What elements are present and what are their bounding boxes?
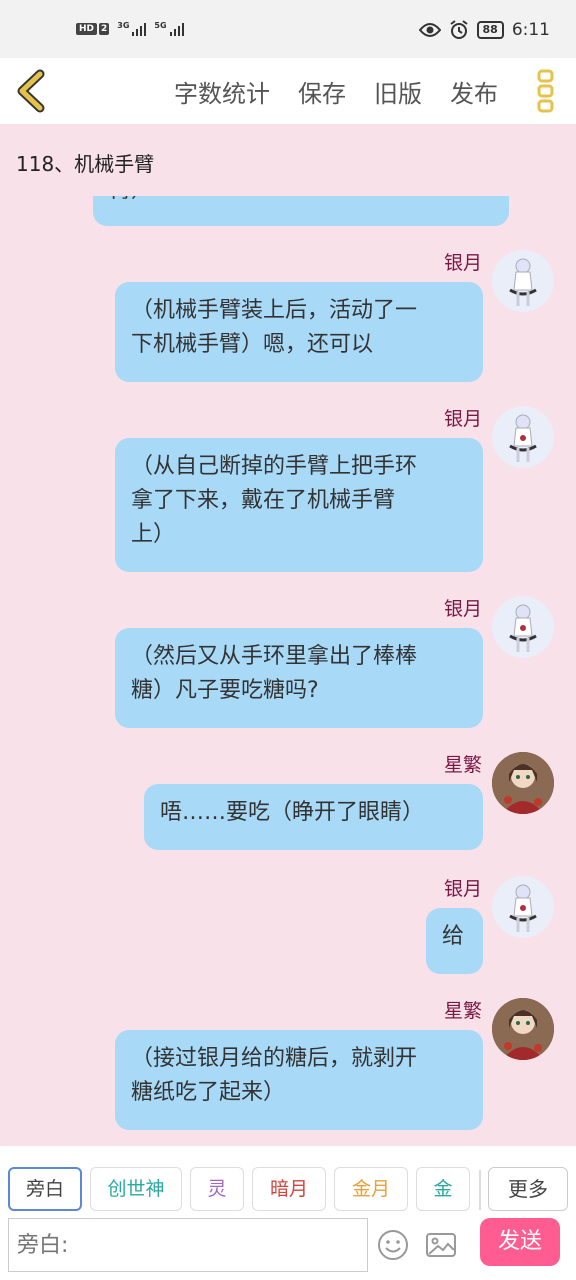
chevron-left-icon: [17, 69, 45, 113]
save-button[interactable]: 保存: [298, 74, 346, 109]
role-chip[interactable]: 创世神: [90, 1167, 182, 1211]
message-bubble[interactable]: （从自己断掉的手臂上把手环 拿了下来，戴在了机械手臂 上）: [115, 438, 483, 572]
toolbar-actions: 字数统计 保存 旧版 发布: [174, 74, 498, 109]
emoji-button[interactable]: [376, 1228, 410, 1262]
role-chip[interactable]: 暗月: [252, 1167, 326, 1211]
image-button[interactable]: [424, 1228, 458, 1262]
message-line: 上）: [131, 522, 176, 547]
smiley-icon: [378, 1230, 408, 1260]
message-text: 臂）: [109, 196, 153, 203]
message-line: 给: [442, 924, 465, 949]
speaker-name: 银月: [443, 878, 482, 900]
message-line: 拿了下来，戴在了机械手臂: [131, 488, 396, 513]
battery-indicator: 88: [476, 21, 504, 39]
signal-icon: 3G: [117, 21, 147, 36]
speaker-name: 星繁: [443, 754, 482, 776]
role-chip-narrator[interactable]: 旁白: [8, 1167, 82, 1211]
send-button[interactable]: 发送: [480, 1218, 560, 1266]
network-type-label: 5G: [154, 21, 167, 30]
avatar[interactable]: [492, 876, 554, 938]
old-version-button[interactable]: 旧版: [374, 74, 422, 109]
message-line: （然后又从手环里拿出了棒棒: [131, 644, 418, 669]
avatar[interactable]: [492, 406, 554, 468]
divider: [479, 1170, 481, 1210]
clock: 6:11: [511, 20, 550, 40]
message-bubble[interactable]: （机械手臂装上后，活动了一 下机械手臂）嗯，还可以: [115, 282, 483, 382]
avatar[interactable]: [492, 998, 554, 1060]
avatar[interactable]: [492, 250, 554, 312]
publish-button[interactable]: 发布: [450, 74, 498, 109]
more-menu-button[interactable]: [536, 68, 556, 114]
message-bubble[interactable]: （接过银月给的糖后，就剥开 糖纸吃了起来）: [115, 1030, 483, 1130]
alarm-icon: [449, 20, 468, 39]
speaker-name: 银月: [443, 252, 482, 274]
more-roles-button[interactable]: 更多: [488, 1167, 568, 1211]
sim2-label: 2: [99, 23, 110, 35]
hd-badge: HD: [76, 23, 98, 35]
speaker-name: 银月: [443, 598, 482, 620]
message-line: 下机械手臂）嗯，还可以: [131, 332, 374, 357]
message-bubble[interactable]: 给: [426, 908, 483, 974]
chapter-title: 118、机械手臂: [16, 152, 155, 176]
status-right: 88 6:11: [418, 20, 550, 40]
message-line: （从自己断掉的手臂上把手环: [131, 454, 418, 479]
message-line: （机械手臂装上后，活动了一: [131, 298, 418, 323]
speaker-name: 银月: [443, 408, 482, 430]
role-chip[interactable]: 灵: [190, 1167, 244, 1211]
back-button[interactable]: [10, 68, 54, 114]
avatar[interactable]: [492, 596, 554, 658]
status-left: HD 2 3G 5G: [76, 22, 184, 36]
chat-area[interactable]: 臂） 银月 （机械手臂装上后，活动了一 下机械手臂）嗯，还可以 银月 （从自己断…: [0, 196, 576, 1146]
message-input[interactable]: [8, 1218, 368, 1272]
message-line: （接过银月给的糖后，就剥开: [131, 1046, 418, 1071]
message-line: 糖）凡子要吃糖吗?: [131, 678, 319, 703]
network-type-label: 3G: [117, 21, 130, 30]
composer-panel: 旁白 创世神 灵 暗月 金月 金 更多 发送: [0, 1146, 576, 1280]
message-line: 唔……要吃（睁开了眼睛）: [160, 800, 425, 825]
role-chip[interactable]: 金月: [334, 1167, 408, 1211]
word-count-button[interactable]: 字数统计: [174, 74, 270, 109]
status-bar: HD 2 3G 5G 88 6:11: [0, 0, 576, 58]
message-bubble[interactable]: （然后又从手环里拿出了棒棒 糖）凡子要吃糖吗?: [115, 628, 483, 728]
eye-icon: [418, 23, 441, 37]
message-bubble[interactable]: 臂）: [93, 196, 509, 226]
message-bubble[interactable]: 唔……要吃（睁开了眼睛）: [144, 784, 483, 850]
more-vertical-icon: [537, 69, 554, 113]
avatar[interactable]: [492, 752, 554, 814]
image-icon: [426, 1233, 456, 1257]
signal-icon: 5G: [154, 21, 184, 36]
editor-toolbar: 字数统计 保存 旧版 发布: [0, 58, 576, 124]
message-line: 糖纸吃了起来）: [131, 1080, 286, 1105]
role-chip[interactable]: 金: [416, 1167, 470, 1211]
speaker-name: 星繁: [443, 1000, 482, 1022]
